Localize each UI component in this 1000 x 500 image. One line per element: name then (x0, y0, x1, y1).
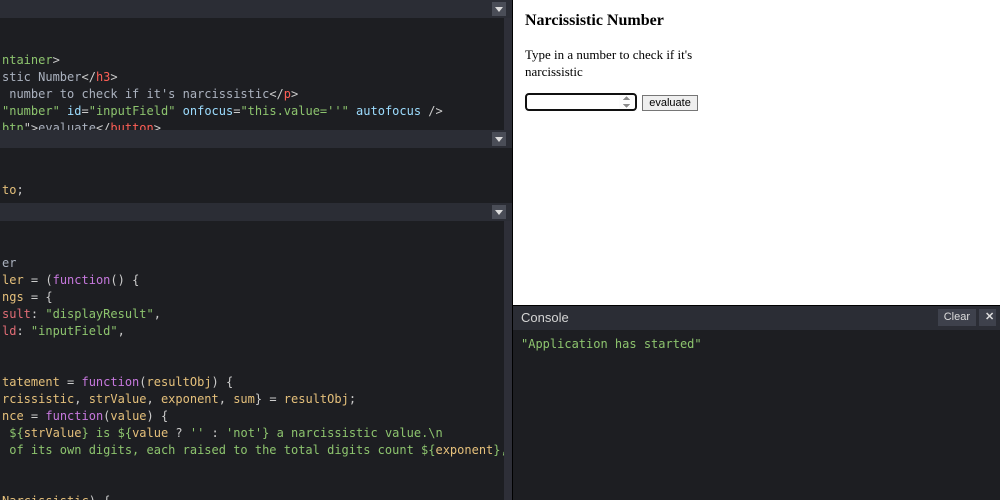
output-preview: Narcissistic Number Type in a number to … (513, 0, 1000, 305)
css-panel-collapse-button[interactable] (492, 132, 506, 146)
console-panel: Console Clear ✕ "Application has started… (513, 305, 1000, 500)
js-scrollbar[interactable] (504, 221, 512, 500)
html-scrollbar[interactable] (504, 18, 512, 130)
preview-heading: Narcissistic Number (525, 10, 988, 32)
js-editor[interactable]: er ler = (function() { ngs = { sult: "di… (0, 221, 512, 500)
preview-prompt: Type in a number to check if it's narcis… (525, 46, 695, 81)
number-input[interactable] (525, 93, 637, 111)
html-editor[interactable]: ntainer> stic Number</h3> number to chec… (0, 18, 512, 130)
evaluate-button[interactable]: evaluate (642, 95, 698, 111)
console-log-line: "Application has started" (521, 337, 702, 351)
html-panel-header (0, 0, 512, 18)
console-title: Console (521, 310, 569, 325)
console-header: Console Clear ✕ (513, 306, 1000, 330)
console-clear-button[interactable]: Clear (938, 309, 976, 326)
js-panel-header (0, 203, 512, 221)
right-column: Narcissistic Number Type in a number to … (512, 0, 1000, 500)
js-panel-collapse-button[interactable] (492, 205, 506, 219)
console-output: "Application has started" (513, 330, 1000, 500)
css-panel-header (0, 130, 512, 148)
console-close-button[interactable]: ✕ (979, 309, 996, 326)
editor-column: ntainer> stic Number</h3> number to chec… (0, 0, 512, 500)
css-editor[interactable]: to; (0, 148, 512, 203)
html-panel-collapse-button[interactable] (492, 2, 506, 16)
